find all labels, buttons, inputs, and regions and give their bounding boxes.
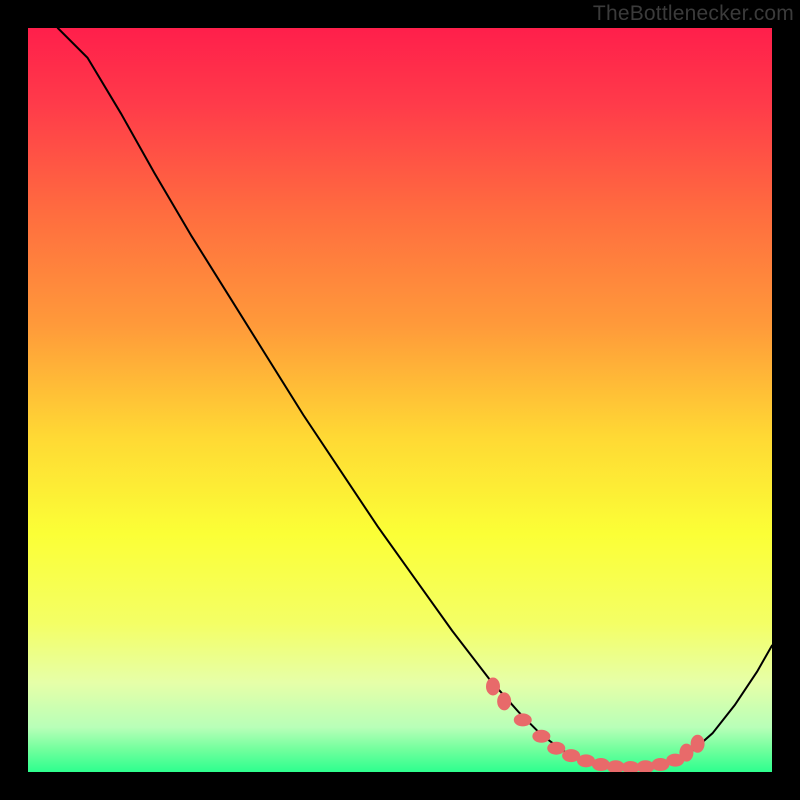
marker-dot [691, 735, 705, 753]
marker-dot [486, 677, 500, 695]
chart-frame: TheBottlenecker.com [0, 0, 800, 800]
chart-svg [28, 28, 772, 772]
plot-area [28, 28, 772, 772]
marker-dot [592, 758, 610, 771]
chart-background [28, 28, 772, 772]
marker-dot [547, 742, 565, 755]
attribution-text: TheBottlenecker.com [593, 2, 794, 26]
marker-dot [514, 713, 532, 726]
marker-dot [497, 692, 511, 710]
marker-dot [532, 730, 550, 743]
